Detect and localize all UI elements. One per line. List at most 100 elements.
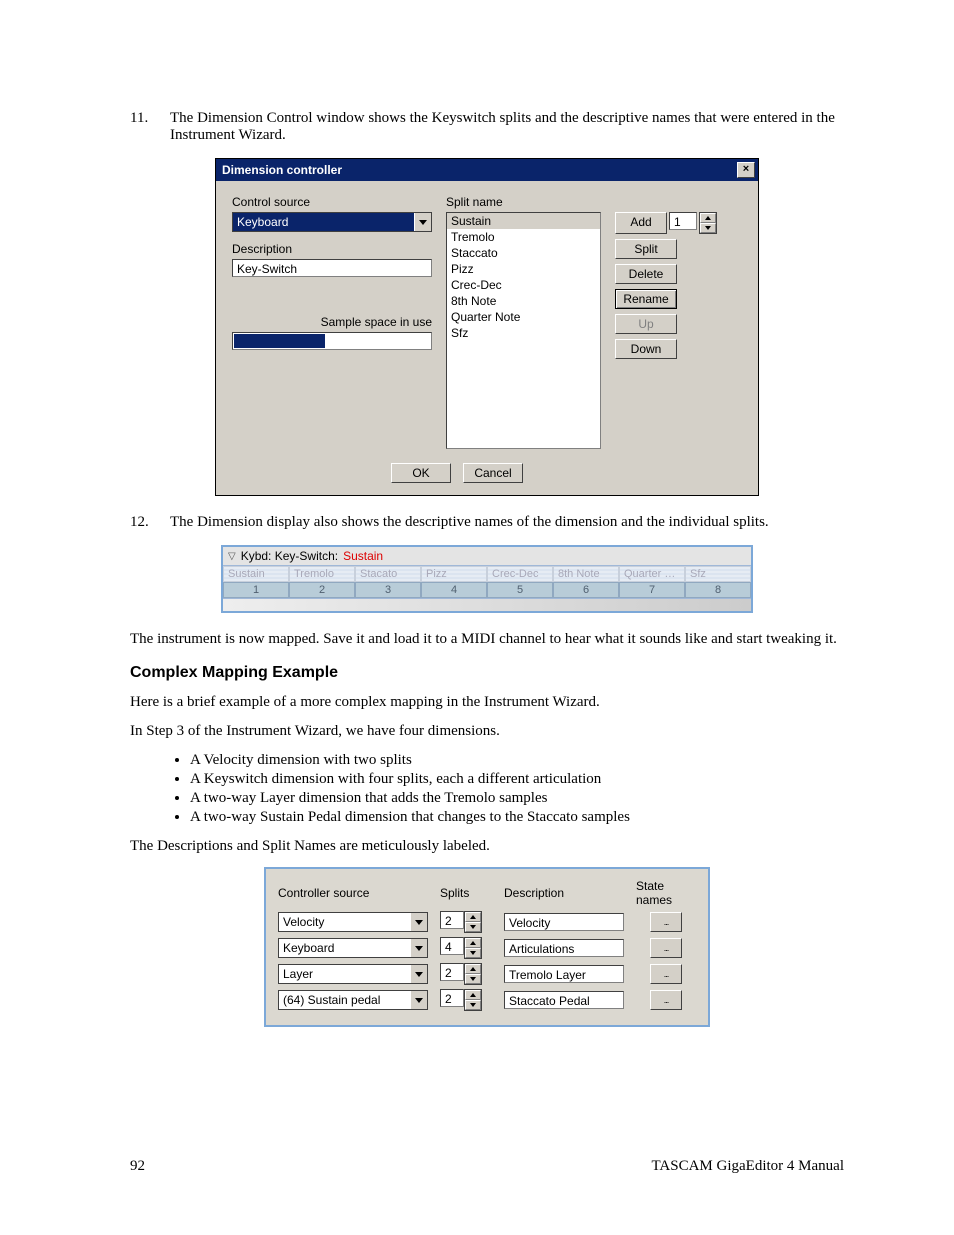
list-item[interactable]: Staccato xyxy=(447,245,600,261)
strip-label[interactable]: 8th Note xyxy=(553,566,619,582)
step-12-text: The Dimension display also shows the des… xyxy=(170,514,844,531)
chevron-down-icon[interactable] xyxy=(410,913,427,931)
combo-value: Layer xyxy=(279,965,410,983)
strip-num: 8 xyxy=(685,582,751,598)
dialog-title: Dimension controller xyxy=(222,163,342,177)
split-name-listbox[interactable]: Sustain Tremolo Staccato Pizz Crec-Dec 8… xyxy=(446,212,601,449)
doc-title: TASCAM GigaEditor 4 Manual xyxy=(651,1158,844,1175)
controller-source-combo[interactable]: Layer xyxy=(278,964,428,984)
cancel-button[interactable]: Cancel xyxy=(463,463,523,483)
add-button[interactable]: Add xyxy=(615,212,667,234)
dimension-controller-dialog: Dimension controller × Control source Ke… xyxy=(215,158,759,496)
description-field[interactable]: Key-Switch xyxy=(232,259,432,277)
step-12-number: 12. xyxy=(130,514,170,531)
sample-space-progress xyxy=(232,332,432,350)
hdr-splits: Splits xyxy=(440,886,492,900)
sample-space-label: Sample space in use xyxy=(232,315,432,329)
para-mapped: The instrument is now mapped. Save it an… xyxy=(130,631,844,648)
control-source-value: Keyboard xyxy=(233,213,414,231)
rename-button[interactable]: Rename xyxy=(615,289,677,309)
description-field[interactable]: Staccato Pedal xyxy=(504,991,624,1009)
strip-label[interactable]: Sfz xyxy=(685,566,751,582)
spinner-down-icon[interactable] xyxy=(700,223,716,233)
splits-spinner[interactable] xyxy=(464,963,482,985)
close-icon[interactable]: × xyxy=(737,162,755,178)
splits-field[interactable]: 2 xyxy=(440,963,464,981)
triangle-down-icon: ▽ xyxy=(228,551,236,562)
strip-title: ▽ Kybd: Key-Switch: Sustain xyxy=(223,547,751,566)
split-button[interactable]: Split xyxy=(615,239,677,259)
splits-field[interactable]: 2 xyxy=(440,911,464,929)
strip-label[interactable]: Stacato xyxy=(355,566,421,582)
wizard-row: Keyboard 4 Articulations ... xyxy=(278,937,696,959)
control-source-label: Control source xyxy=(232,195,432,209)
keyswitch-strip: ▽ Kybd: Key-Switch: Sustain Sustain Trem… xyxy=(221,545,753,613)
strip-label[interactable]: Crec-Dec xyxy=(487,566,553,582)
hdr-state-names: State names xyxy=(636,879,696,907)
description-label: Description xyxy=(232,242,432,256)
combo-value: Velocity xyxy=(279,913,410,931)
chevron-down-icon[interactable] xyxy=(410,939,427,957)
controller-source-combo[interactable]: (64) Sustain pedal xyxy=(278,990,428,1010)
controller-source-combo[interactable]: Keyboard xyxy=(278,938,428,958)
strip-title-prefix: Kybd: Key-Switch: xyxy=(241,549,338,563)
chevron-down-icon[interactable] xyxy=(414,213,431,231)
dimension-bullet-list: A Velocity dimension with two splits A K… xyxy=(130,752,844,826)
strip-num: 4 xyxy=(421,582,487,598)
strip-label[interactable]: Pizz xyxy=(421,566,487,582)
add-count-field[interactable]: 1 xyxy=(669,212,697,230)
combo-value: Keyboard xyxy=(279,939,410,957)
bullet-item: A Velocity dimension with two splits xyxy=(190,752,844,769)
state-names-button[interactable]: ... xyxy=(650,938,682,958)
splits-spinner[interactable] xyxy=(464,989,482,1011)
chevron-down-icon[interactable] xyxy=(410,991,427,1009)
splits-field[interactable]: 4 xyxy=(440,937,464,955)
state-names-button[interactable]: ... xyxy=(650,990,682,1010)
up-button[interactable]: Up xyxy=(615,314,677,334)
list-item[interactable]: Tremolo xyxy=(447,229,600,245)
split-name-label: Split name xyxy=(446,195,601,209)
list-item[interactable]: Sustain xyxy=(447,213,600,229)
description-field[interactable]: Articulations xyxy=(504,939,624,957)
strip-labels-row: Sustain Tremolo Stacato Pizz Crec-Dec 8t… xyxy=(223,566,751,582)
dialog-titlebar: Dimension controller × xyxy=(216,159,758,181)
ok-button[interactable]: OK xyxy=(391,463,451,483)
wizard-row: Layer 2 Tremolo Layer ... xyxy=(278,963,696,985)
strip-title-highlight: Sustain xyxy=(343,549,383,563)
spinner-up-icon[interactable] xyxy=(700,213,716,223)
wizard-row: (64) Sustain pedal 2 Staccato Pedal ... xyxy=(278,989,696,1011)
add-count-spinner[interactable] xyxy=(699,212,717,234)
state-names-button[interactable]: ... xyxy=(650,964,682,984)
splits-field[interactable]: 2 xyxy=(440,989,464,1007)
strip-num: 5 xyxy=(487,582,553,598)
strip-label[interactable]: Tremolo xyxy=(289,566,355,582)
splits-spinner[interactable] xyxy=(464,911,482,933)
strip-label[interactable]: Sustain xyxy=(223,566,289,582)
strip-num: 3 xyxy=(355,582,421,598)
bullet-item: A two-way Sustain Pedal dimension that c… xyxy=(190,809,844,826)
controller-source-combo[interactable]: Velocity xyxy=(278,912,428,932)
strip-label[interactable]: Quarter N... xyxy=(619,566,685,582)
list-item[interactable]: Sfz xyxy=(447,325,600,341)
strip-num: 7 xyxy=(619,582,685,598)
list-item[interactable]: Quarter Note xyxy=(447,309,600,325)
list-item[interactable]: Crec-Dec xyxy=(447,277,600,293)
delete-button[interactable]: Delete xyxy=(615,264,677,284)
strip-piano xyxy=(223,598,751,611)
strip-num: 2 xyxy=(289,582,355,598)
bullet-item: A two-way Layer dimension that adds the … xyxy=(190,790,844,807)
list-item[interactable]: 8th Note xyxy=(447,293,600,309)
splits-spinner[interactable] xyxy=(464,937,482,959)
wizard-controller-grid: Controller source Splits Description Sta… xyxy=(264,867,710,1027)
page-number: 92 xyxy=(130,1158,145,1175)
bullet-item: A Keyswitch dimension with four splits, … xyxy=(190,771,844,788)
control-source-combo[interactable]: Keyboard xyxy=(232,212,432,232)
down-button[interactable]: Down xyxy=(615,339,677,359)
state-names-button[interactable]: ... xyxy=(650,912,682,932)
description-field[interactable]: Velocity xyxy=(504,913,624,931)
list-item[interactable]: Pizz xyxy=(447,261,600,277)
description-field[interactable]: Tremolo Layer xyxy=(504,965,624,983)
hdr-controller-source: Controller source xyxy=(278,886,428,900)
chevron-down-icon[interactable] xyxy=(410,965,427,983)
combo-value: (64) Sustain pedal xyxy=(279,991,410,1009)
